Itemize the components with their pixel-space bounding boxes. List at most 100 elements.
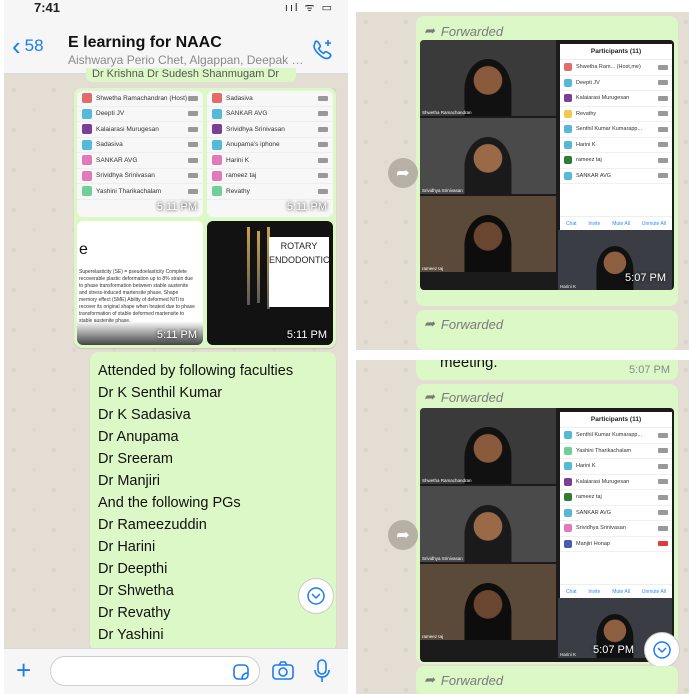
screenshot-tile-slide[interactable]: e Superelasticity (SE) = pseudoelasticit… xyxy=(77,221,203,345)
message-line: And the following PGs xyxy=(98,495,241,511)
camera-icon[interactable] xyxy=(272,661,294,686)
participant-name: SANKAR AVG xyxy=(226,110,268,118)
participant-row: Kalaiarasi Murugesan xyxy=(560,475,672,490)
participant-avatar xyxy=(212,93,222,104)
microphone-icon[interactable] xyxy=(314,659,330,688)
participants-footer-invite-button[interactable]: Invite xyxy=(588,589,600,595)
participant-row: Yashini Tharikachalam xyxy=(560,444,672,459)
chat-subtitle[interactable]: Aishwarya Perio Chet, Algappan, Deepak P… xyxy=(68,53,308,67)
forwarded-image-message-2[interactable]: ➦ Forwarded xyxy=(416,666,678,694)
participant-row: Deepti JV xyxy=(560,76,672,91)
video-tile[interactable]: Shwetha Ramachandran xyxy=(420,40,556,116)
video-name-label: Srividhya Srinivasan xyxy=(422,188,463,193)
microphone-icon xyxy=(188,95,198,101)
participant-avatar xyxy=(82,170,92,181)
participant-row: Sadasiva xyxy=(207,91,333,107)
zoom-screenshot[interactable]: Shwetha Ramachandran Srividhya Srinivasan… xyxy=(420,408,674,662)
microphone-icon xyxy=(658,463,668,469)
chat-title[interactable]: E learning for NAAC xyxy=(68,34,222,52)
participant-name: SANKAR AVG xyxy=(576,172,612,179)
sticker-icon[interactable] xyxy=(232,663,250,686)
microphone-icon xyxy=(188,126,198,132)
participants-footer-unmute-all-button[interactable]: Unmute All xyxy=(642,589,666,595)
microphone-icon xyxy=(318,111,328,117)
participant-row: rameez taj xyxy=(560,153,672,169)
status-time: 7:41 xyxy=(34,0,61,12)
rotary-label: ROTARY ENDODONTIC xyxy=(269,237,330,307)
participants-footer-mute-all-button[interactable]: Mute All xyxy=(612,589,630,595)
message-line: Dr Deepthi xyxy=(98,561,168,577)
participant-name: SANKAR AVG xyxy=(576,509,612,516)
participant-name: Harini K xyxy=(576,463,596,470)
forward-arrow-icon: ➦ xyxy=(396,165,410,182)
video-tile[interactable]: Srividhya Srinivasan xyxy=(420,486,556,562)
participant-name: rameez taj xyxy=(226,172,257,180)
message-line: Attended by following faculties xyxy=(98,363,294,379)
forward-arrow-icon: ➦ xyxy=(424,23,435,38)
participants-footer-unmute-all-button[interactable]: Unmute All xyxy=(642,221,666,227)
zoom-screenshot[interactable]: Shwetha Ramachandran Srividhya Srinivasan… xyxy=(420,40,674,290)
previous-message[interactable]: meeting. 5:07 PM xyxy=(416,360,678,380)
participant-name: Kalaiarasi Murugesan xyxy=(96,125,159,133)
forwarded-image-message[interactable]: ➦ Forwarded Shwetha Ramachandran Srividhy… xyxy=(416,16,678,306)
video-name-label: Shwetha Ramachandran xyxy=(422,478,472,483)
participant-name: Revathy xyxy=(226,187,250,195)
message-time: 5:07 PM xyxy=(593,644,634,656)
plus-icon[interactable]: + xyxy=(16,657,31,683)
microphone-icon xyxy=(188,142,198,148)
participants-footer-chat-button[interactable]: Chat xyxy=(566,221,577,227)
participant-avatar xyxy=(564,63,572,72)
participant-avatar xyxy=(564,431,572,440)
participant-name: Senthil Kumar Kumarapp... xyxy=(576,126,643,133)
slide-heading: e xyxy=(79,241,88,258)
participants-footer: Chat Invite Mute All Unmute All xyxy=(560,584,672,598)
participant-row: Senthil Kumar Kumarapp... xyxy=(560,428,672,444)
participant-row: Kalaiarasi Murugesan xyxy=(560,91,672,107)
participant-name: Yashini Tharikachalam xyxy=(96,187,162,195)
screenshot-tile-rotary[interactable]: ROTARY ENDODONTIC 5:11 PM xyxy=(207,221,333,345)
back-button[interactable]: ‹ 58 xyxy=(12,33,44,59)
add-call-icon[interactable] xyxy=(310,38,334,62)
microphone-icon xyxy=(658,111,668,117)
participant-video xyxy=(464,505,512,562)
video-tile[interactable]: Shwetha Ramachandran xyxy=(420,408,556,484)
participants-footer-mute-all-button[interactable]: Mute All xyxy=(612,221,630,227)
video-tile[interactable]: rameez taj xyxy=(420,564,556,640)
image-grid-message[interactable]: Shwetha Ramachandran (Host) Deepti JV Kala… xyxy=(74,88,336,348)
participant-name: rameez taj xyxy=(576,157,602,164)
video-tile[interactable]: Srividhya Srinivasan xyxy=(420,118,556,194)
video-name-label: Shwetha Ramachandran xyxy=(422,110,472,115)
microphone-icon xyxy=(318,142,328,148)
share-button[interactable]: ➦ xyxy=(388,158,418,188)
chat-input-bar: + xyxy=(4,648,348,694)
message-time: 5:11 PM xyxy=(156,329,197,341)
participants-footer-chat-button[interactable]: Chat xyxy=(566,589,577,595)
participants-footer-invite-button[interactable]: Invite xyxy=(588,221,600,227)
participant-avatar xyxy=(82,93,92,104)
slide-body: Superelasticity (SE) = pseudoelasticity … xyxy=(79,269,195,324)
microphone-icon xyxy=(658,479,668,485)
participant-name: Senthil Kumar Kumarapp... xyxy=(576,432,643,439)
message-input[interactable] xyxy=(50,656,260,686)
participant-avatar xyxy=(564,140,572,149)
forwarded-image-message[interactable]: ➦ Forwarded Shwetha Ramachandran Srividhy… xyxy=(416,384,678,664)
screenshot-tile-participants-2[interactable]: Sadasiva SANKAR AVG Srividhya Srinivasan An… xyxy=(207,91,333,217)
participant-row: Harini K xyxy=(560,459,672,475)
message-line: Dr K Sadasiva xyxy=(98,407,191,423)
microphone-icon xyxy=(658,448,668,454)
share-button[interactable]: ➦ xyxy=(388,520,418,550)
participant-name: Kalaiarasi Murugesan xyxy=(576,478,630,485)
attendance-message[interactable]: Attended by following faculties Dr K Sent… xyxy=(90,352,336,652)
participant-row: rameez taj xyxy=(560,490,672,506)
participant-avatar xyxy=(564,539,572,548)
forwarded-image-message-2[interactable]: ➦ Forwarded xyxy=(416,310,678,350)
video-tile[interactable]: rameez taj xyxy=(420,196,556,272)
participant-row: Anupama's iphone xyxy=(207,138,333,153)
video-name-label: Harini K xyxy=(560,284,577,289)
participant-name: Shwetha Ram... (Host,me) xyxy=(576,64,641,71)
scroll-down-button[interactable] xyxy=(644,632,680,668)
screenshot-tile-participants-1[interactable]: Shwetha Ramachandran (Host) Deepti JV Kala… xyxy=(77,91,203,217)
scroll-down-button[interactable] xyxy=(298,578,334,614)
participant-avatar xyxy=(212,155,222,166)
chat-screen-right-bottom: meeting. 5:07 PM ➦ Forwarded Shwetha Ram… xyxy=(356,360,689,694)
